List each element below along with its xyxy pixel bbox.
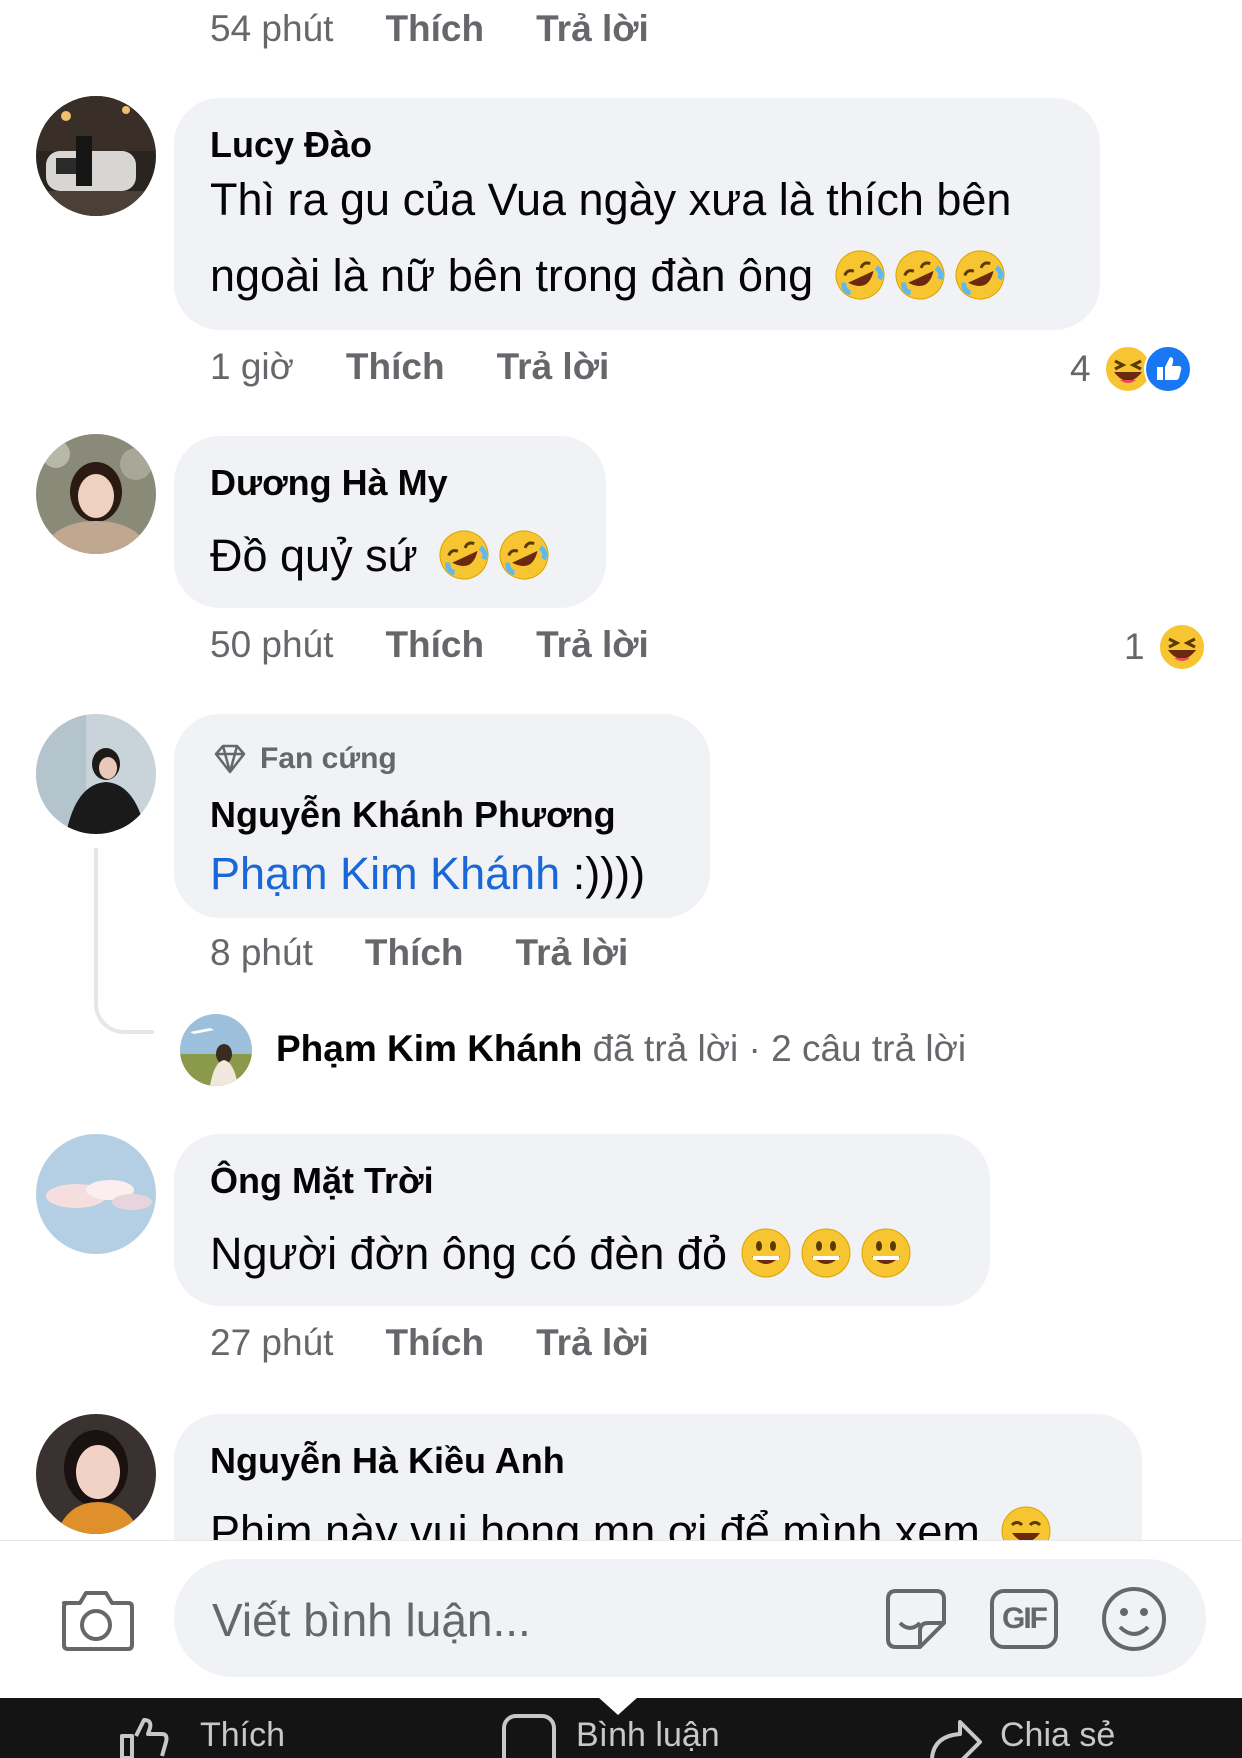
comment-text: Đồ quỷ sứ [210,518,550,593]
avatar-nguyen-khanh-phuong[interactable] [36,714,156,834]
comment-author[interactable]: Lucy Đào [210,124,372,166]
comment-text-line-2: ngoài là nữ bên trong đàn ông [210,238,1006,313]
comment-text: Phạm Kim Khánh :)))) [210,848,646,899]
comment-time: 27 phút [210,1322,334,1363]
mention-link[interactable]: Phạm Kim Khánh [210,848,560,899]
emoji-icon[interactable] [1100,1585,1168,1653]
like-link[interactable]: Thích [365,932,464,974]
comment-meta-2: 50 phút Thích Trả lời [210,624,649,666]
rofl-emoji-icon [835,250,885,300]
reply-link[interactable]: Trả lời [536,8,649,50]
reaction-summary[interactable]: 4 [1070,344,1193,394]
comment-author[interactable]: Dương Hà My [210,462,448,504]
comment-input-placeholder: Viết bình luận... [212,1594,531,1646]
reply-author: Phạm Kim Khánh [276,1028,583,1069]
reply-link[interactable]: Trả lời [516,932,629,974]
reply-link[interactable]: Trả lời [536,624,649,666]
like-link[interactable]: Thích [385,1322,484,1364]
avatar-pham-kim-khanh[interactable] [180,1014,252,1086]
avatar-duong-ha-my[interactable] [36,434,156,554]
comment-bubble-icon [502,1714,556,1758]
top-fan-badge[interactable]: Fan cứng [212,742,397,776]
comment-author[interactable]: Ông Mặt Trời [210,1160,434,1202]
haha-reaction-icon [1157,623,1206,671]
reaction-summary[interactable]: 1 [1124,622,1207,672]
sticker-icon[interactable] [880,1583,952,1655]
avatar-photo [36,1134,156,1254]
comment-author[interactable]: Nguyễn Khánh Phương [210,794,616,836]
comment-composer: Viết bình luận... GIF [0,1540,1242,1698]
avatar-nguyen-ha-kieu-anh[interactable] [36,1414,156,1534]
share-action[interactable]: Chia sẻ [928,1712,1115,1758]
comment-time: 54 phút [210,8,334,49]
reply-summary[interactable]: Phạm Kim Khánh đã trả lời · 2 câu trả lờ… [276,1028,966,1070]
like-reaction-icon [1143,345,1192,393]
comment-author[interactable]: Nguyễn Hà Kiều Anh [210,1440,565,1482]
comment-text-line-1: Thì ra gu của Vua ngày xưa là thích bên [210,174,1012,225]
avatar-lucy-dao[interactable] [36,96,156,216]
reply-thread-line [94,848,154,1034]
like-link[interactable]: Thích [346,346,445,388]
badge-label: Fan cứng [260,742,397,775]
comment-text: Người đờn ông có đèn đỏ [210,1216,912,1291]
share-action-label: Chia sẻ [1000,1715,1116,1754]
reply-count: 2 câu trả lời [771,1028,967,1069]
comment-meta-4: 27 phút Thích Trả lời [210,1322,649,1364]
comment-time: 1 giờ [210,346,294,387]
reply-link[interactable]: Trả lời [497,346,610,388]
rofl-emoji-icon [439,530,489,580]
comment-action-label: Bình luận [576,1715,720,1754]
post-action-bar: Thích Bình luận Chia sẻ [0,1697,1242,1758]
comment-meta-0: 54 phút Thích Trả lời [210,8,649,50]
comment-meta-3: 8 phút Thích Trả lời [210,932,628,974]
like-link[interactable]: Thích [385,624,484,666]
reply-link[interactable]: Trả lời [536,1322,649,1364]
grinning-emoji-icon [801,1228,850,1278]
avatar-photo [36,714,156,834]
rofl-emoji-icon [499,530,549,580]
camera-icon[interactable] [58,1587,134,1653]
like-action[interactable]: Thích [118,1712,285,1758]
avatar-photo [180,1014,252,1086]
grinning-emoji-icon [741,1228,790,1278]
comment-time: 8 phút [210,932,313,973]
avatar-photo [36,434,156,554]
comment-input[interactable]: Viết bình luận... GIF [174,1559,1206,1677]
rofl-emoji-icon [955,250,1005,300]
comment-time: 50 phút [210,624,334,665]
grinning-emoji-icon [861,1228,910,1278]
thumbs-up-icon [120,1718,169,1758]
avatar-ong-mat-troi[interactable] [36,1134,156,1254]
avatar-photo [36,96,156,216]
like-link[interactable]: Thích [385,8,484,50]
share-icon [930,1720,982,1758]
rofl-emoji-icon [895,250,945,300]
gif-icon[interactable]: GIF [990,1589,1058,1649]
reaction-count: 1 [1124,626,1145,667]
diamond-icon [214,744,246,774]
comment-meta-1: 1 giờ Thích Trả lời [210,346,609,388]
avatar-photo [36,1414,156,1534]
comment-action[interactable]: Bình luận [500,1712,720,1758]
reaction-count: 4 [1070,348,1091,389]
like-action-label: Thích [200,1715,286,1754]
